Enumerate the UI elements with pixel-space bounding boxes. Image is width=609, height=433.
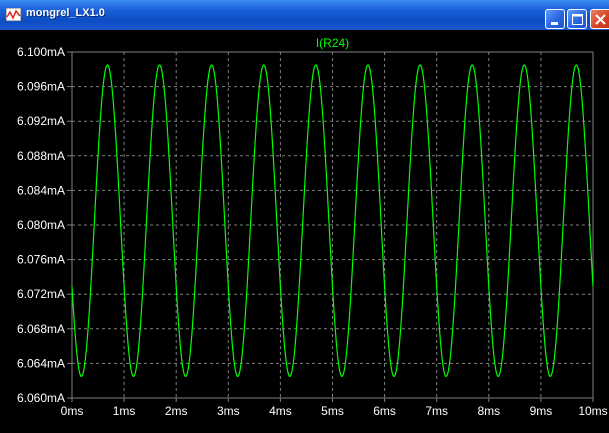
y-tick-label: 6.096mA [17,80,65,94]
window-title: mongrel_LX1.0 [26,7,105,19]
y-tick-label: 6.060mA [17,391,65,405]
app-window: mongrel_LX1.0 0ms 1ms 2ms 3ms 4ms 5ms 6ms 7ms 8m… [0,0,609,433]
close-icon [595,14,606,25]
minimize-button[interactable] [545,9,565,29]
x-tick-label: 2ms [165,404,188,418]
waveform-chart[interactable]: 0ms 1ms 2ms 3ms 4ms 5ms 6ms 7ms 8ms 9ms 10ms 6.060m… [0,30,609,433]
y-tick-label: 6.072mA [17,287,65,301]
y-tick-label: 6.068mA [17,322,65,336]
waveform-icon [6,8,21,21]
y-tick-label: 6.088mA [17,149,65,163]
title-bar[interactable]: mongrel_LX1.0 [0,0,609,30]
y-tick-label: 6.100mA [17,45,65,59]
close-button[interactable] [590,9,609,29]
x-tick-label: 8ms [477,404,500,418]
maximize-icon [572,14,583,25]
legend-label-I-R24[interactable]: I(R24) [316,36,349,50]
grid-lines [72,52,593,398]
x-tick-label: 1ms [113,404,136,418]
x-tick-label: 7ms [425,404,448,418]
y-tick-label: 6.080mA [17,218,65,232]
y-tick-label: 6.092mA [17,114,65,128]
minimize-icon [551,22,558,25]
y-tick-label: 6.064mA [17,356,65,370]
x-tick-label: 9ms [530,404,553,418]
x-tick-label: 3ms [217,404,240,418]
y-tick-label: 6.076mA [17,253,65,267]
x-tick-label: 10ms [578,404,607,418]
maximize-button[interactable] [567,9,587,29]
x-tick-label: 0ms [61,404,84,418]
x-tick-label: 6ms [373,404,396,418]
waveform-plot-area[interactable]: 0ms 1ms 2ms 3ms 4ms 5ms 6ms 7ms 8ms 9ms 10ms 6.060m… [0,30,609,433]
y-tick-label: 6.084mA [17,183,65,197]
x-tick-label: 4ms [269,404,292,418]
x-tick-label: 5ms [321,404,344,418]
